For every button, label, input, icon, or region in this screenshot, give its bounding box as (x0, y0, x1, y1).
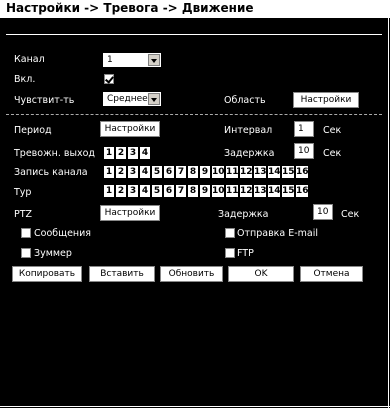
tour-cell[interactable]: 16 (295, 184, 309, 198)
buzzer-checkbox[interactable] (21, 248, 31, 258)
tour-cell[interactable]: 8 (187, 184, 199, 198)
tour-cell[interactable]: 1 (103, 184, 115, 198)
enable-checkbox[interactable] (104, 74, 114, 84)
chevron-down-icon[interactable] (148, 54, 160, 66)
top-divider (6, 34, 382, 35)
tour-label: Тур (14, 187, 32, 198)
channel-value: 1 (107, 55, 113, 65)
alarm-out-cell[interactable]: 3 (127, 146, 139, 160)
ptz-label: PTZ (14, 209, 33, 220)
tour-cell[interactable]: 7 (175, 184, 187, 198)
record-cell[interactable]: 13 (253, 165, 267, 179)
email-label: Отправка E-mail (237, 228, 319, 239)
messages-label: Сообщения (34, 228, 92, 239)
interval-unit: Сек (323, 125, 342, 136)
ptz-delay-unit: Сек (341, 209, 360, 220)
record-cell[interactable]: 6 (163, 165, 175, 179)
record-cell[interactable]: 2 (115, 165, 127, 179)
channel-label: Канал (14, 54, 45, 65)
record-cell[interactable]: 16 (295, 165, 309, 179)
sensitivity-label: Чувствит-ть (14, 95, 75, 106)
refresh-button[interactable]: Обновить (160, 266, 223, 282)
tour-cell[interactable]: 6 (163, 184, 175, 198)
alarm-out-cell[interactable]: 1 (103, 146, 115, 160)
alarm-out-cell[interactable]: 2 (115, 146, 127, 160)
record-cell[interactable]: 12 (239, 165, 253, 179)
ptz-delay-input[interactable]: 10 (313, 204, 333, 220)
alarm-out-label: Тревожн. выход (14, 148, 96, 159)
sensitivity-value: Среднее (107, 94, 148, 104)
record-channel-label: Запись канала (14, 167, 88, 178)
interval-input[interactable]: 1 (294, 121, 314, 137)
tour-cell[interactable]: 10 (211, 184, 225, 198)
tour-cells: 1 2 3 4 5 6 7 8 9 10 11 12 13 14 15 16 (103, 184, 309, 198)
paste-button[interactable]: Вставить (89, 266, 155, 282)
ptz-settings-button[interactable]: Настройки (100, 205, 160, 221)
cancel-button[interactable]: Отмена (300, 266, 363, 282)
enable-label: Вкл. (14, 74, 36, 85)
ftp-checkbox[interactable] (225, 248, 235, 258)
delay-label: Задержка (224, 148, 275, 159)
record-cell[interactable]: 9 (199, 165, 211, 179)
dashed-divider (6, 114, 382, 115)
bottom-border (0, 406, 390, 407)
right-border (388, 18, 389, 408)
alarm-out-cell[interactable]: 4 (139, 146, 151, 160)
record-cell[interactable]: 4 (139, 165, 151, 179)
copy-button[interactable]: Копировать (12, 266, 82, 282)
period-label: Период (14, 125, 52, 136)
record-cell[interactable]: 1 (103, 165, 115, 179)
ptz-delay-label: Задержка (218, 209, 269, 220)
record-cell[interactable]: 5 (151, 165, 163, 179)
delay-unit: Сек (323, 148, 342, 159)
alarm-out-cells: 1 2 3 4 (103, 146, 151, 160)
area-label: Область (224, 95, 266, 106)
tour-cell[interactable]: 15 (281, 184, 295, 198)
tour-cell[interactable]: 9 (199, 184, 211, 198)
page-title: Настройки -> Тревога -> Движение (6, 1, 254, 15)
interval-label: Интервал (224, 125, 273, 136)
record-cell[interactable]: 15 (281, 165, 295, 179)
channel-select[interactable]: 1 (103, 53, 161, 67)
record-channel-cells: 1 2 3 4 5 6 7 8 9 10 11 12 13 14 15 16 (103, 165, 309, 179)
tour-cell[interactable]: 13 (253, 184, 267, 198)
ok-button[interactable]: OK (228, 266, 294, 282)
record-cell[interactable]: 8 (187, 165, 199, 179)
record-cell[interactable]: 14 (267, 165, 281, 179)
title-bar: Настройки -> Тревога -> Движение (0, 0, 390, 18)
tour-cell[interactable]: 3 (127, 184, 139, 198)
tour-cell[interactable]: 5 (151, 184, 163, 198)
sensitivity-select[interactable]: Среднее (103, 92, 161, 106)
buzzer-label: Зуммер (34, 248, 72, 259)
ftp-label: FTP (237, 248, 254, 259)
email-checkbox[interactable] (225, 228, 235, 238)
tour-cell[interactable]: 12 (239, 184, 253, 198)
messages-checkbox[interactable] (21, 228, 31, 238)
tour-cell[interactable]: 4 (139, 184, 151, 198)
record-cell[interactable]: 10 (211, 165, 225, 179)
chevron-down-icon[interactable] (148, 93, 160, 105)
period-settings-button[interactable]: Настройки (100, 121, 160, 137)
tour-cell[interactable]: 2 (115, 184, 127, 198)
record-cell[interactable]: 7 (175, 165, 187, 179)
tour-cell[interactable]: 11 (225, 184, 239, 198)
tour-cell[interactable]: 14 (267, 184, 281, 198)
delay-input[interactable]: 10 (294, 143, 314, 159)
record-cell[interactable]: 11 (225, 165, 239, 179)
record-cell[interactable]: 3 (127, 165, 139, 179)
area-settings-button[interactable]: Настройки (293, 92, 359, 108)
